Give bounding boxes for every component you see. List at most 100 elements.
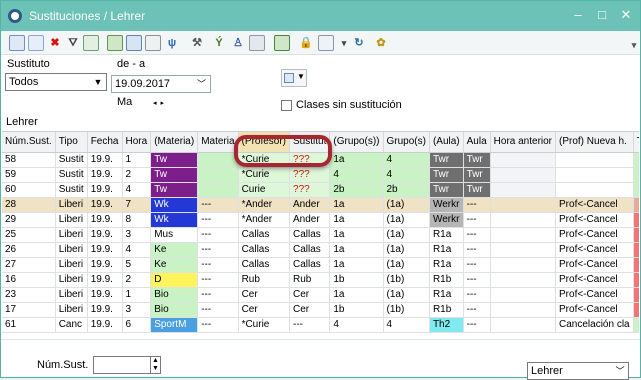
column-header[interactable]: (Aula) xyxy=(429,132,464,153)
table-cell: Twr xyxy=(463,152,491,168)
table-row[interactable]: 27 Liberi 19.9. 5 Ke --- Callas Callas 1a (1a) R1a… xyxy=(2,257,639,273)
dropdown-icon[interactable]: ▾ xyxy=(336,35,352,51)
view-menu-button[interactable]: ▼ xyxy=(281,69,307,87)
table-row[interactable]: 29 Liberi 19.9. 8 Wk --- *Ander Ander 1a (1a) Werk… xyxy=(2,212,639,228)
maximize-button[interactable]: □ xyxy=(590,5,614,25)
table-cell xyxy=(633,152,639,168)
column-header[interactable]: Materia xyxy=(197,132,239,153)
table-cell: Bio xyxy=(150,302,199,318)
column-header[interactable]: Hora anterior xyxy=(490,132,557,153)
table-cell: Prof<-Cancel xyxy=(555,197,634,213)
table-row[interactable]: 25 Liberi 19.9. 3 Mus --- Callas Callas 1a (1a) R1… xyxy=(2,227,639,243)
table-cell xyxy=(197,167,239,183)
settings-icon[interactable]: ✿ xyxy=(373,35,389,51)
column-header[interactable]: Tipo xyxy=(55,132,88,153)
column-header[interactable]: Hora xyxy=(122,132,152,153)
column-header[interactable]: Núm.Sust. xyxy=(2,132,56,153)
edit-icon[interactable] xyxy=(274,35,290,51)
notes-icon[interactable] xyxy=(126,35,142,51)
close-button[interactable]: ✕ xyxy=(614,5,638,25)
print-icon[interactable] xyxy=(318,35,334,51)
table-cell: Liberi xyxy=(55,257,88,273)
table-cell: 16 xyxy=(2,272,56,288)
toolbar-overflow-icon[interactable]: ▾ xyxy=(629,37,639,53)
table-row[interactable]: 59 Sustit 19.9. 2 Tw *Curie??? 4 4 Twr Twr xyxy=(2,167,639,183)
table-cell: *Curie xyxy=(238,317,291,333)
table-row[interactable]: 60 Sustit 19.9. 4 Tw Curie??? 2b 2b Twr Twr xyxy=(2,182,639,198)
table-cell: 19.9. xyxy=(87,317,123,333)
column-header[interactable]: Fecha xyxy=(87,132,123,153)
column-header[interactable]: (Profesor) xyxy=(238,132,291,153)
day-nav-arrows-icon[interactable]: ◂▸ xyxy=(153,99,168,107)
app-logo-icon xyxy=(8,9,22,23)
table-cell: 6 xyxy=(122,317,152,333)
column-header[interactable]: Texto xyxy=(633,132,639,153)
table-cell: 1a xyxy=(329,227,384,243)
grid-icon[interactable] xyxy=(9,35,25,51)
people-icon[interactable]: ♙ xyxy=(230,35,246,51)
table-cell xyxy=(490,317,557,333)
table-cell: 1b xyxy=(329,272,384,288)
table-cell: 1a xyxy=(329,212,384,228)
no-substitution-checkbox[interactable] xyxy=(281,100,292,111)
table-cell: Sustit xyxy=(55,167,88,183)
tool-icon[interactable]: ⚒ xyxy=(189,35,205,51)
column-header[interactable]: Grupo(s) xyxy=(383,132,430,153)
table-cell: 58 xyxy=(2,152,56,168)
filter-icon[interactable]: ⛛ xyxy=(65,35,81,51)
list-icon[interactable] xyxy=(28,35,44,51)
table-cell: 19.9. xyxy=(87,197,123,213)
table-cell: --- xyxy=(197,197,239,213)
table-cell: Ander xyxy=(289,212,331,228)
table-cell xyxy=(490,182,557,198)
column-header[interactable]: Sustitut xyxy=(289,132,331,153)
table-cell: 1 xyxy=(122,287,152,303)
export-icon[interactable] xyxy=(83,35,99,51)
table-cell: R1a xyxy=(429,227,464,243)
table-cell: --- xyxy=(463,272,491,288)
table-row[interactable]: 17 Liberi 19.9. 3 Bio --- Cer Cer 1b (1b) R1b --- Pr… xyxy=(2,302,639,318)
calendar-icon[interactable] xyxy=(249,35,265,51)
table-row[interactable]: 58 Sustit 19.9. 1 Tw *Curie??? 1a 4 Twr Twr xyxy=(2,152,639,168)
table-row[interactable]: 16 Liberi 19.9. 2 D --- Rub Rub 1b (1b) R1b --- Prof… xyxy=(2,272,639,288)
table-cell: --- xyxy=(197,227,239,243)
table-cell: 25 xyxy=(2,227,56,243)
spin-arrows-icon[interactable]: ▲ ▼ xyxy=(150,357,160,373)
refresh-icon[interactable]: ↻ xyxy=(351,35,367,51)
table-cell: --- xyxy=(463,197,491,213)
chevron-down-icon: ▼ xyxy=(93,77,103,87)
table-cell: 3 xyxy=(122,302,152,318)
table-cell: 19.9. xyxy=(87,212,123,228)
date-field[interactable]: 19.09.2017 ﹀ xyxy=(111,75,211,93)
table-cell: Cancelación cla xyxy=(555,317,634,333)
table-row[interactable]: 61 Canc 19.9. 6 SportM --- *Curie --- 4 4 Th2 --- Ca… xyxy=(2,317,639,333)
table-cell: (1a) xyxy=(383,242,430,258)
table-cell xyxy=(633,317,639,333)
column-header[interactable]: Aula xyxy=(463,132,491,153)
table-cell: --- xyxy=(463,242,491,258)
column-header[interactable]: (Prof) Nueva h. xyxy=(555,132,634,153)
column-header[interactable]: (Grupo(s)) xyxy=(329,132,384,153)
table-cell: 1b xyxy=(329,302,384,318)
lock-icon[interactable]: 🔒 xyxy=(298,35,314,51)
table-cell: Callas xyxy=(289,257,331,273)
table-row[interactable]: 28 Liberi 19.9. 7 Wk --- *Ander Ander 1a (1a) Werk… xyxy=(2,197,639,213)
table-cell: Sustit xyxy=(55,182,88,198)
table-row[interactable]: 26 Liberi 19.9. 4 Ke --- Callas Callas 1a (1a) R1a… xyxy=(2,242,639,258)
table-cell: --- xyxy=(197,317,239,333)
table-icon[interactable] xyxy=(145,35,161,51)
table-cell: 2b xyxy=(383,182,430,198)
wifi-icon[interactable]: ψ xyxy=(164,35,180,51)
view-select[interactable]: Lehrer ﹀ xyxy=(527,362,629,380)
view-chevron-icon: ▼ xyxy=(297,72,305,81)
table-row[interactable]: 23 Liberi 19.9. 1 Bio --- Cer Cer 1a (1a) R1a --- Pr… xyxy=(2,287,639,303)
substitute-select[interactable]: Todos ▼ xyxy=(5,73,107,91)
column-header[interactable]: (Materia) xyxy=(150,132,199,153)
substitution-number-input[interactable]: ▲ ▼ xyxy=(93,356,161,374)
minimize-button[interactable]: – xyxy=(566,5,590,25)
assign-icon[interactable] xyxy=(107,35,123,51)
sparkle-icon[interactable]: Ý xyxy=(211,35,227,51)
table-cell: Liberi xyxy=(55,197,88,213)
table-cell: Liberi xyxy=(55,272,88,288)
delete-icon[interactable]: ✖ xyxy=(47,35,63,51)
